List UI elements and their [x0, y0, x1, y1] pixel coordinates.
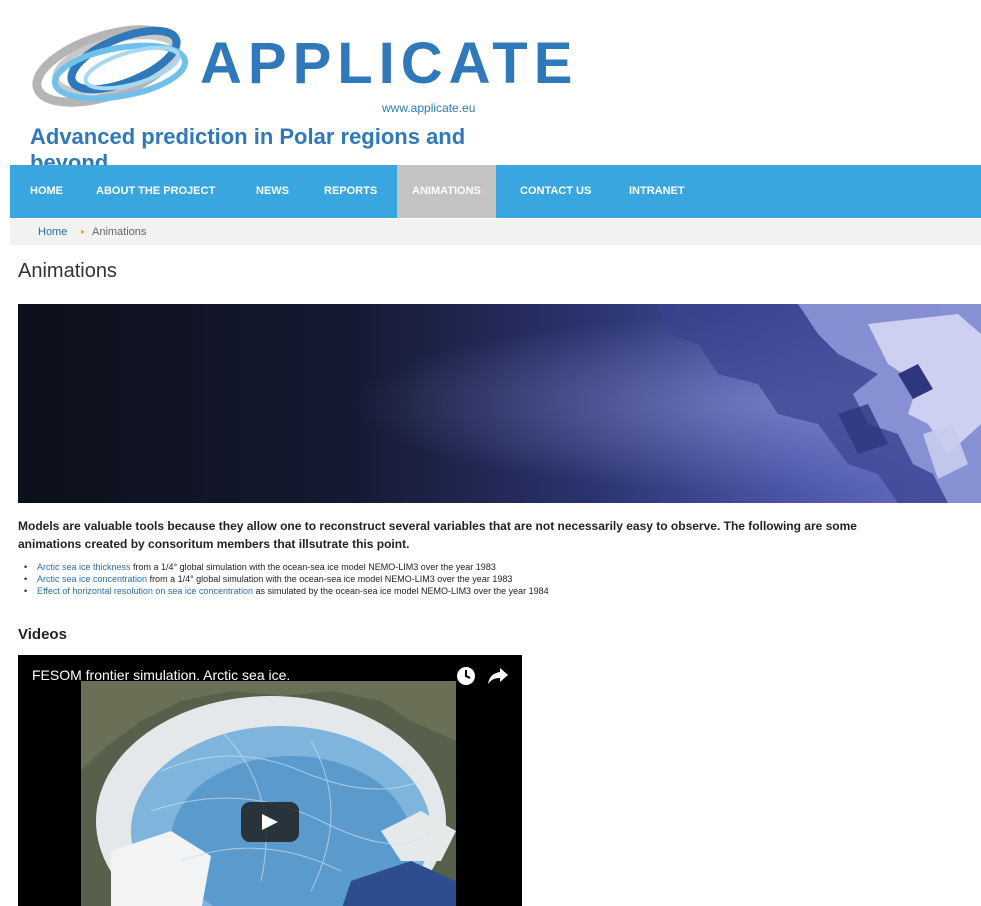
nav-contact-us[interactable]: CONTACT US	[520, 165, 591, 218]
breadcrumb-current: Animations	[92, 226, 147, 238]
logo-url: www.applicate.eu	[382, 101, 476, 115]
video-title[interactable]: FESOM frontier simulation. Arctic sea ic…	[32, 667, 290, 683]
logo-brand-name: APPLICATE	[200, 31, 579, 96]
nav-reports[interactable]: REPORTS	[324, 165, 377, 218]
nav-animations[interactable]: ANIMATIONS	[397, 165, 496, 218]
link-effect-of-horizontal-resolution[interactable]: Effect of horizontal resolution on sea i…	[37, 586, 253, 596]
breadcrumb-separator-icon: ▸	[81, 227, 86, 236]
link-arctic-sea-ice-concentration[interactable]: Arctic sea ice concentration	[37, 574, 147, 584]
animation-links-list: • Arctic sea ice thickness from a 1/4° gl…	[24, 561, 549, 597]
intro-line-1: Models are valuable tools because they a…	[18, 519, 857, 533]
play-button[interactable]	[241, 802, 299, 842]
nav-news[interactable]: NEWS	[256, 165, 289, 218]
breadcrumb-home-link[interactable]: Home	[38, 219, 67, 245]
link-description: from a 1/4° global simulation with the o…	[130, 562, 496, 572]
clock-icon[interactable]	[456, 666, 476, 686]
intro-paragraph: Models are valuable tools because they a…	[18, 517, 981, 553]
page-title: Animations	[18, 260, 117, 282]
logo-rings-icon	[32, 25, 189, 107]
play-icon	[262, 814, 278, 830]
list-item: • Effect of horizontal resolution on sea …	[24, 586, 549, 596]
link-description: as simulated by the ocean-sea ice model …	[252, 586, 549, 596]
intro-line-2: animations created by consoritum members…	[18, 537, 410, 551]
video-player[interactable]: FESOM frontier simulation. Arctic sea ic…	[18, 655, 522, 906]
nav-intranet[interactable]: INTRANET	[629, 165, 685, 218]
banner-image	[18, 304, 981, 503]
list-item: • Arctic sea ice concentration from a 1/4…	[24, 574, 513, 584]
list-item: • Arctic sea ice thickness from a 1/4° gl…	[24, 562, 496, 572]
link-arctic-sea-ice-thickness[interactable]: Arctic sea ice thickness	[37, 562, 131, 572]
site-logo[interactable]: APPLICATE www.applicate.eu Advanced pred…	[24, 14, 572, 175]
share-icon[interactable]	[488, 668, 508, 684]
nav-home[interactable]: HOME	[30, 165, 63, 218]
breadcrumb: Home ▸ Animations	[10, 219, 981, 245]
video-thumbnail	[81, 681, 456, 906]
link-description: from a 1/4° global simulation with the o…	[147, 574, 513, 584]
videos-heading: Videos	[18, 626, 67, 643]
main-nav: HOME ABOUT THE PROJECT NEWS REPORTS ANIM…	[10, 165, 981, 218]
nav-about-the-project[interactable]: ABOUT THE PROJECT	[96, 165, 215, 218]
